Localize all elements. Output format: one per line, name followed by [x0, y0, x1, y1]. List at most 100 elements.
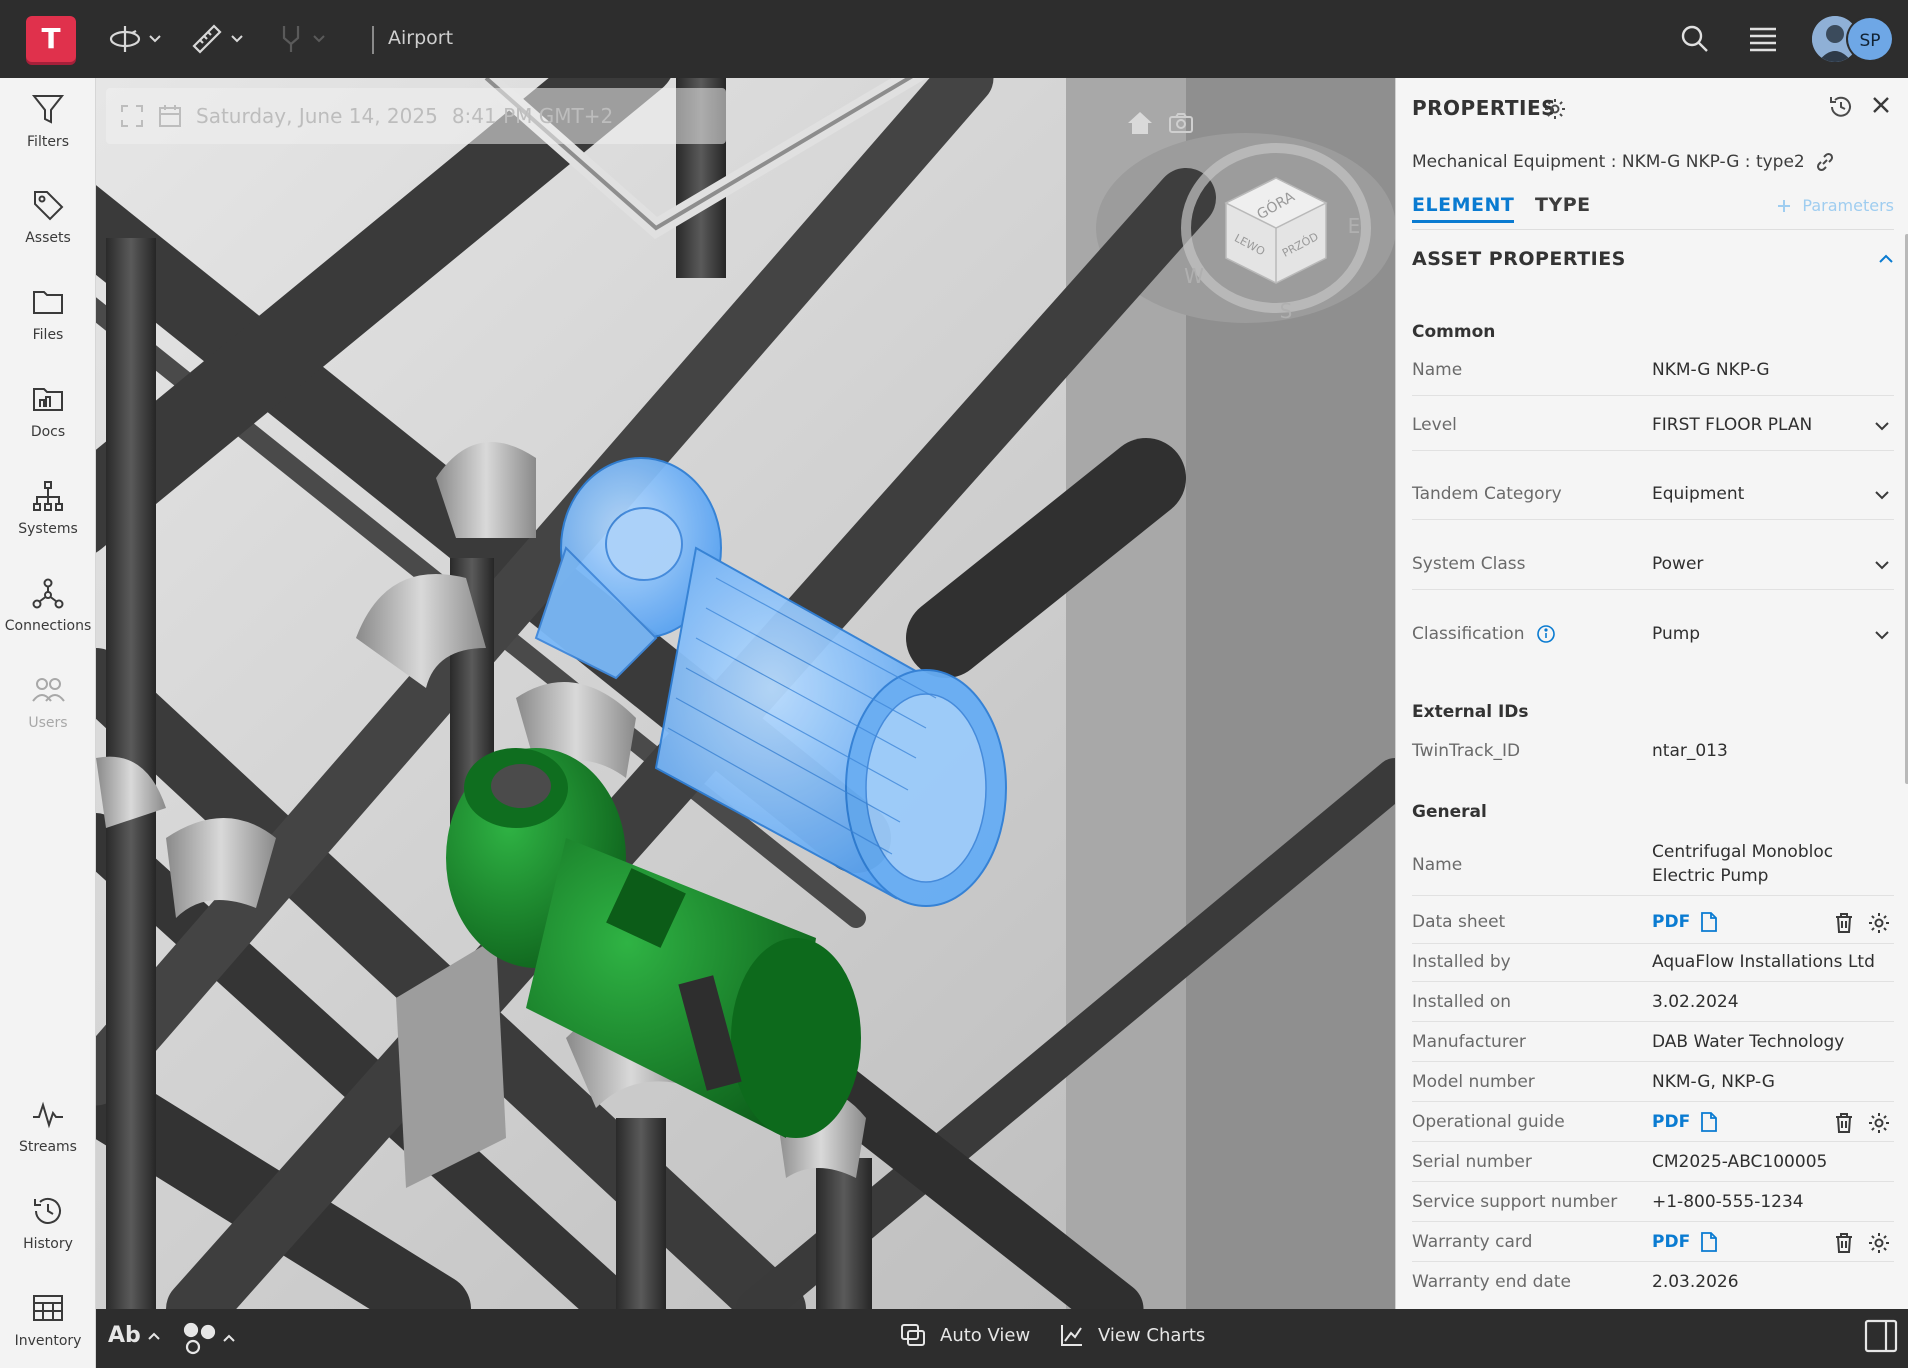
home-view-button[interactable] — [1126, 110, 1154, 140]
markers-toggle[interactable] — [182, 1321, 236, 1355]
property-key: Model number — [1412, 1072, 1535, 1092]
property-value[interactable]: ntar_013 — [1652, 739, 1728, 763]
auto-view-button[interactable]: Auto View — [900, 1323, 1030, 1347]
rail-item-history[interactable]: History — [0, 1194, 96, 1284]
timeline-time: 8:41 PM GMT+2 — [451, 104, 614, 128]
property-row-system-class[interactable]: System Class Power — [1412, 554, 1894, 590]
gear-icon[interactable] — [1868, 1112, 1890, 1134]
rail-item-streams[interactable]: Streams — [0, 1097, 96, 1187]
search-button[interactable] — [1680, 24, 1710, 58]
property-row-warranty-card: Warranty card PDF — [1412, 1226, 1894, 1262]
trash-icon[interactable] — [1834, 1232, 1854, 1254]
property-value[interactable]: CM2025-ABC100005 — [1652, 1150, 1827, 1174]
avatar-initials: SP — [1846, 16, 1894, 62]
app-logo[interactable]: T — [26, 16, 76, 62]
panel-settings-button[interactable] — [1544, 98, 1566, 124]
property-value[interactable]: 3.02.2024 — [1652, 990, 1739, 1014]
user-account[interactable]: SP — [1812, 15, 1898, 63]
property-value-line-2: Electric Pump — [1652, 866, 1769, 886]
panel-close-button[interactable] — [1870, 94, 1892, 120]
rail-item-label: Inventory — [14, 1333, 82, 1349]
view-cube[interactable]: GÓRA LEWO PRZÓD E W S — [1176, 118, 1376, 338]
property-key: Installed by — [1412, 952, 1511, 972]
property-row-general-name: Name Centrifugal Monobloc Electric Pump — [1412, 840, 1894, 896]
measure-tool-dropdown[interactable] — [190, 20, 244, 58]
asset-properties-header[interactable]: ASSET PROPERTIES — [1412, 248, 1894, 270]
element-type-path: Mechanical Equipment : NKM-G NKP-G : typ… — [1412, 152, 1805, 172]
property-row-twintrack-id: TwinTrack_ID ntar_013 — [1412, 741, 1894, 777]
close-icon — [1873, 97, 1889, 113]
add-parameters-link[interactable]: Parameters — [1776, 196, 1894, 215]
tab-type[interactable]: TYPE — [1535, 194, 1591, 216]
property-value[interactable]: Centrifugal Monobloc Electric Pump — [1652, 840, 1833, 888]
timeline-date-bar[interactable]: Saturday, June 14, 2025 8:41 PM GMT+2 — [106, 88, 726, 144]
row-actions — [1834, 1112, 1890, 1134]
orbit-tool-dropdown[interactable] — [108, 20, 162, 58]
rail-item-label: Docs — [30, 424, 66, 440]
property-row-tandem-category[interactable]: Tandem Category Equipment — [1412, 484, 1894, 520]
property-value[interactable]: AquaFlow Installations Ltd — [1652, 950, 1875, 974]
property-row-name: Name NKM-G NKP-G — [1412, 360, 1894, 396]
property-value[interactable]: 2.03.2026 — [1652, 1270, 1739, 1294]
trash-icon[interactable] — [1834, 1112, 1854, 1134]
rail-item-inventory[interactable]: Inventory — [0, 1291, 96, 1368]
compass-west-label: W — [1184, 264, 1204, 288]
hierarchy-icon — [33, 481, 63, 511]
table-icon — [33, 1295, 63, 1321]
property-value[interactable]: DAB Water Technology — [1652, 1030, 1844, 1054]
markers-icon — [183, 1322, 216, 1355]
chevron-up-icon — [223, 1334, 235, 1342]
data-sheet-pdf-link[interactable]: PDF — [1652, 910, 1718, 934]
warranty-card-pdf-link[interactable]: PDF — [1652, 1230, 1718, 1254]
toggle-side-panel-button[interactable] — [1864, 1319, 1898, 1357]
section-tool-dropdown[interactable] — [276, 20, 326, 58]
property-row-installed-by: Installed by AquaFlow Installations Ltd — [1412, 946, 1894, 982]
gear-icon[interactable] — [1868, 1232, 1890, 1254]
rail-item-systems[interactable]: Systems — [0, 479, 96, 569]
gear-icon[interactable] — [1868, 912, 1890, 934]
tab-element[interactable]: ELEMENT — [1412, 194, 1515, 223]
model-viewport[interactable]: Saturday, June 14, 2025 8:41 PM GMT+2 GÓ… — [96, 78, 1395, 1309]
property-key: Classification — [1412, 624, 1556, 644]
project-name[interactable]: Airport — [388, 27, 453, 49]
chevron-up-icon — [1879, 254, 1893, 263]
rail-item-assets[interactable]: Assets — [0, 188, 96, 278]
group-title-common: Common — [1412, 322, 1496, 342]
section-title: ASSET PROPERTIES — [1412, 248, 1626, 270]
link-icon[interactable] — [1815, 152, 1835, 172]
rail-item-filters[interactable]: Filters — [0, 92, 96, 182]
property-row-level[interactable]: Level FIRST FLOOR PLAN — [1412, 415, 1894, 451]
pdf-link-label: PDF — [1652, 1232, 1691, 1252]
view-charts-button[interactable]: View Charts — [1060, 1323, 1205, 1347]
ruler-icon — [192, 24, 222, 54]
compass-south-label: S — [1280, 299, 1293, 323]
property-value[interactable]: +1-800-555-1234 — [1652, 1190, 1804, 1214]
property-row-classification[interactable]: Classification Pump — [1412, 624, 1894, 660]
property-value[interactable]: NKM-G NKP-G — [1652, 358, 1770, 382]
property-key: Data sheet — [1412, 912, 1506, 932]
rail-item-connections[interactable]: Connections — [0, 576, 96, 666]
operational-guide-pdf-link[interactable]: PDF — [1652, 1110, 1718, 1134]
left-navigation-rail: Filters Assets Files Docs Systems Connec… — [0, 78, 96, 1368]
rail-item-files[interactable]: Files — [0, 285, 96, 375]
property-key: Serial number — [1412, 1152, 1532, 1172]
group-title-general: General — [1412, 802, 1487, 822]
rail-item-docs[interactable]: Docs — [0, 382, 96, 472]
text-labels-toggle[interactable]: Ab — [108, 1323, 161, 1348]
rail-item-label: Assets — [25, 230, 71, 246]
panel-history-button[interactable] — [1828, 94, 1854, 124]
row-actions — [1834, 912, 1890, 934]
expand-icon — [121, 105, 143, 127]
trash-icon[interactable] — [1834, 912, 1854, 934]
connections-icon — [32, 578, 64, 609]
property-value[interactable]: NKM-G, NKP-G — [1652, 1070, 1775, 1094]
side-panel-icon — [1864, 1319, 1898, 1353]
property-key: Service support number — [1412, 1192, 1618, 1212]
rail-item-users[interactable]: Users — [0, 673, 96, 763]
property-row-model-number: Model number NKM-G, NKP-G — [1412, 1066, 1894, 1102]
orbit-icon — [109, 26, 141, 52]
info-icon[interactable] — [1536, 624, 1556, 644]
chevron-down-icon — [1875, 491, 1889, 500]
compass-east-label: E — [1348, 214, 1361, 238]
main-menu-button[interactable] — [1748, 26, 1778, 56]
